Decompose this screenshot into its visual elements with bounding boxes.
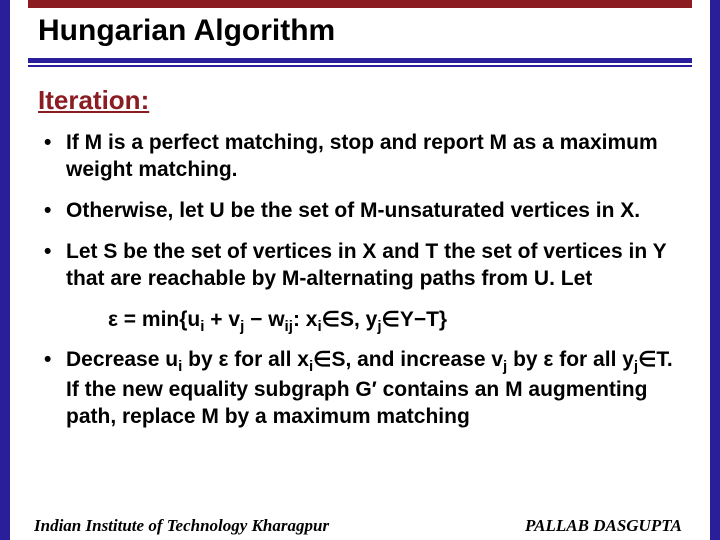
bullet-item: If M is a perfect matching, stop and rep… xyxy=(38,130,680,184)
footer-right: PALLAB DASGUPTA xyxy=(525,516,682,536)
content-area: Iteration: If M is a perfect matching, s… xyxy=(10,85,710,431)
bullet-list: If M is a perfect matching, stop and rep… xyxy=(38,130,680,292)
epsilon-equation: ε = min{ui + vj − wij: xi∈S, yj∈Y−T} xyxy=(38,306,680,337)
title-rule-thick xyxy=(28,58,692,63)
eq-text: ε = min{u xyxy=(108,308,200,331)
title-rule-thin xyxy=(28,65,692,67)
slide-title: Hungarian Algorithm xyxy=(10,8,710,58)
top-accent-bar xyxy=(28,0,692,8)
bullet-item: Otherwise, let U be the set of M-unsatur… xyxy=(38,198,680,225)
section-heading: Iteration: xyxy=(38,85,680,116)
text: by ε for all y xyxy=(507,348,634,371)
eq-text: ∈Y−T} xyxy=(382,308,448,331)
footer: Indian Institute of Technology Kharagpur… xyxy=(10,516,710,536)
text: Decrease u xyxy=(66,348,178,371)
footer-left: Indian Institute of Technology Kharagpur xyxy=(34,516,329,536)
bullet-item: Let S be the set of vertices in X and T … xyxy=(38,239,680,293)
slide: Hungarian Algorithm Iteration: If M is a… xyxy=(0,0,720,540)
eq-text: + v xyxy=(204,308,240,331)
eq-text: : x xyxy=(293,308,318,331)
eq-text: − w xyxy=(244,308,284,331)
eq-text: ∈S, y xyxy=(322,308,378,331)
bullet-item: Decrease ui by ε for all xi∈S, and incre… xyxy=(38,347,680,430)
text: by ε for all x xyxy=(182,348,309,371)
subscript-ij: ij xyxy=(285,319,293,336)
bullet-list: Decrease ui by ε for all xi∈S, and incre… xyxy=(38,347,680,430)
text: ∈S, and increase v xyxy=(313,348,503,371)
